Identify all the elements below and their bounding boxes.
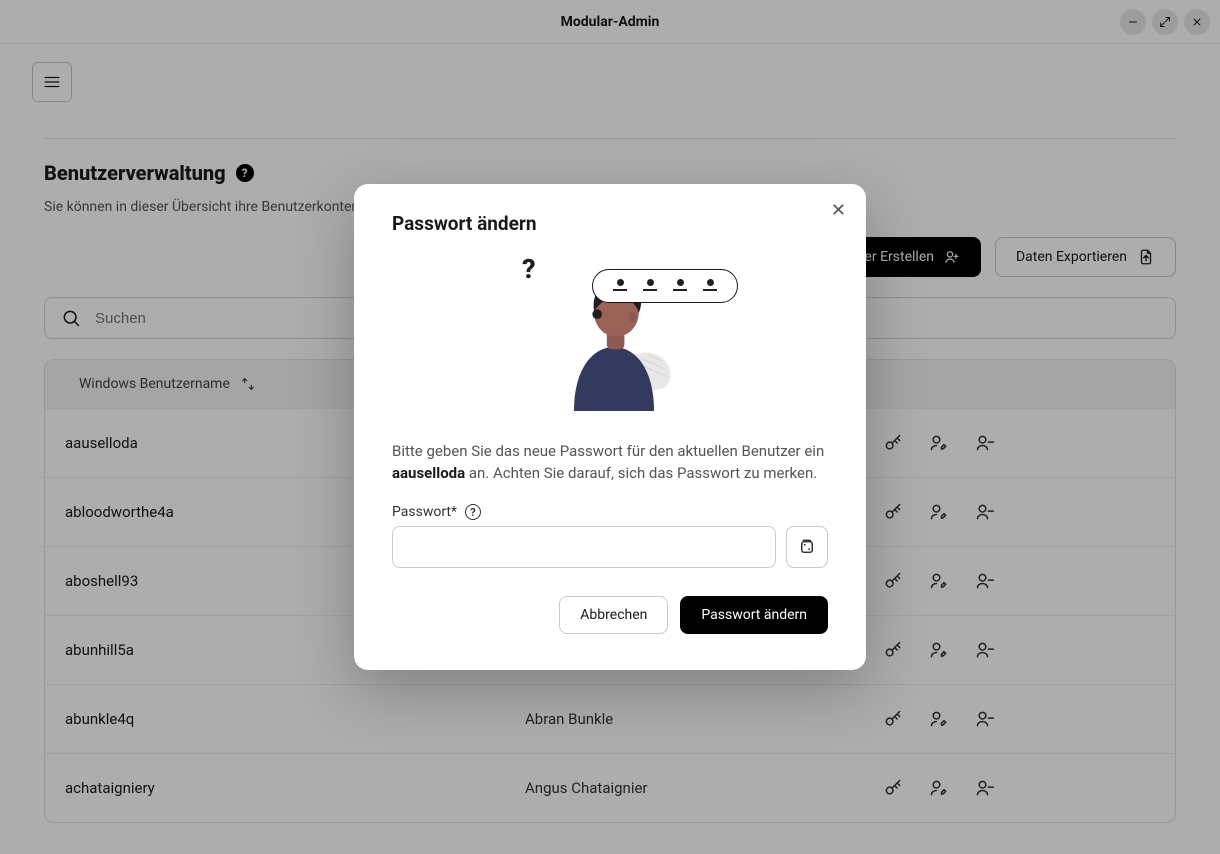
password-help-icon[interactable]: ? — [465, 504, 481, 520]
modal-desc-prefix: Bitte geben Sie das neue Passwort für de… — [392, 442, 824, 460]
generate-password-button[interactable] — [786, 526, 828, 568]
dice-icon — [798, 538, 816, 556]
password-input-row — [392, 526, 828, 568]
password-bubble — [592, 269, 738, 303]
modal-overlay[interactable]: ✕ Passwort ändern ? — [0, 0, 1220, 854]
modal-illustration: ? — [392, 255, 828, 415]
modal-close-button[interactable]: ✕ — [831, 202, 846, 220]
question-mark-icon: ? — [522, 253, 536, 285]
modal-description: Bitte geben Sie das neue Passwort für de… — [392, 441, 828, 485]
modal-desc-username: aauselloda — [392, 464, 465, 482]
cancel-button[interactable]: Abbrechen — [559, 596, 668, 634]
modal-desc-suffix: an. Achten Sie darauf, sich das Passwort… — [465, 464, 817, 482]
password-label: Passwort* — [392, 504, 457, 520]
change-password-modal: ✕ Passwort ändern ? — [354, 184, 866, 671]
password-label-row: Passwort* ? — [392, 504, 828, 520]
modal-title: Passwort ändern — [392, 212, 828, 235]
modal-footer: Abbrechen Passwort ändern — [392, 596, 828, 634]
password-input[interactable] — [392, 526, 776, 568]
submit-button[interactable]: Passwort ändern — [680, 596, 828, 634]
submit-label: Passwort ändern — [701, 607, 807, 623]
cancel-label: Abbrechen — [580, 607, 647, 623]
